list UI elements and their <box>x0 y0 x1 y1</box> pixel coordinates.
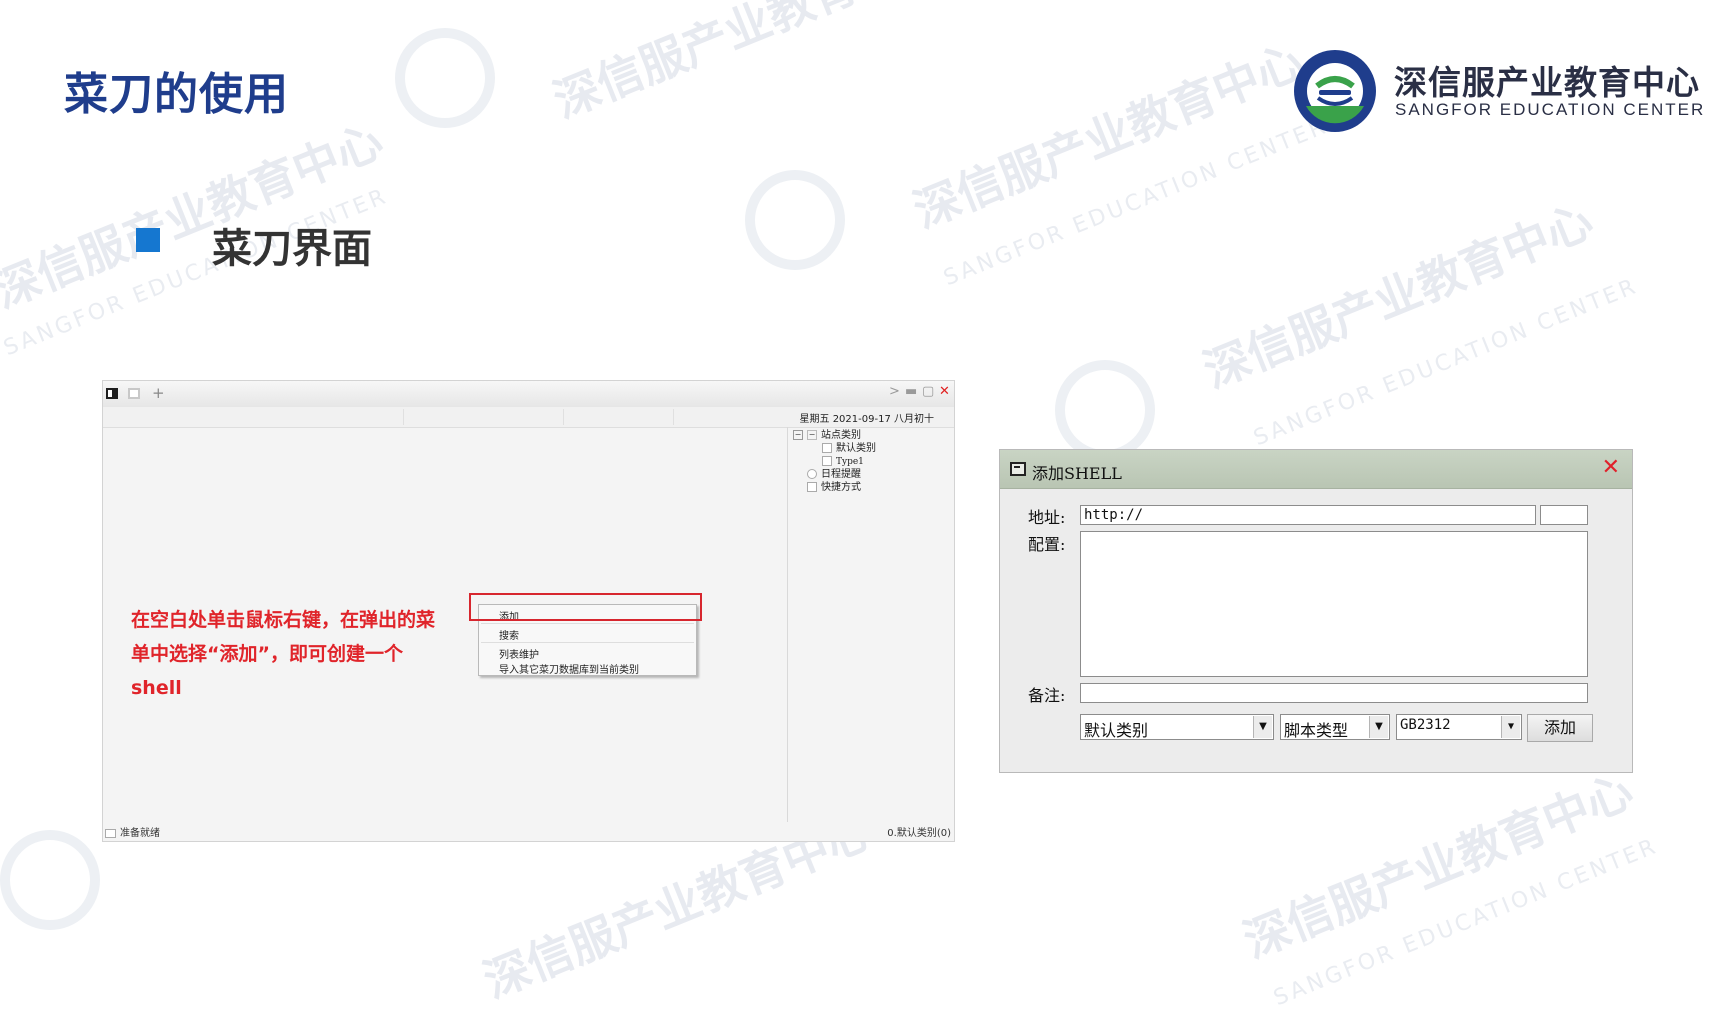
encoding-select-value: GB2312 <box>1400 717 1451 733</box>
tree-item-type1[interactable]: Type1 <box>793 455 876 468</box>
clock-icon <box>807 469 817 479</box>
dropdown-arrow-icon[interactable]: ▼ <box>1501 716 1520 738</box>
instruction-text: 在空白处单击鼠标右键，在弹出的菜单中选择“添加”，即可创建一个shell <box>131 609 436 699</box>
brand-header: 深信服产业教育中心 SANGFOR EDUCATION CENTER <box>1292 48 1712 138</box>
tab-active-icon[interactable] <box>106 388 118 399</box>
menu-item-import-database[interactable]: 导入其它菜刀数据库到当前类别 <box>499 661 639 676</box>
note-label: 备注: <box>1028 686 1066 705</box>
tree-item-label: 站点类别 <box>821 430 861 441</box>
menu-divider <box>481 642 694 643</box>
menu-item-search[interactable]: 搜索 <box>499 627 519 642</box>
date-label: 星期五 2021-09-17 八月初十 <box>799 414 934 425</box>
tree-item-label: 默认类别 <box>836 443 876 454</box>
tab-inactive-icon[interactable] <box>128 388 140 399</box>
brand-name-cn: 深信服产业教育中心 <box>1394 63 1700 102</box>
add-shell-dialog: 添加SHELL ✕ 地址: http:// 配置: 备注: 默认类别 ▼ 脚本类… <box>999 449 1633 773</box>
dialog-title: 添加SHELL <box>1032 464 1122 483</box>
watermark-text: 深信服产业教育中心 <box>0 113 391 319</box>
watermark-logo <box>745 170 845 270</box>
add-highlight-box <box>469 593 702 621</box>
watermark-subtext: SANGFOR EDUCATION CENTER <box>1250 273 1642 452</box>
category-select-value: 默认类别 <box>1084 721 1149 740</box>
minus-box-icon[interactable]: − <box>793 430 803 440</box>
toolbar-divider <box>403 409 404 425</box>
category-tree: − − 站点类别 默认类别 Type1 日程提醒 快捷方式 <box>793 429 876 494</box>
category-select[interactable]: 默认类别 ▼ <box>1080 714 1274 740</box>
sangfor-logo-icon <box>1294 50 1376 132</box>
tree-item-label: 快捷方式 <box>821 482 861 493</box>
watermark-logo <box>1055 360 1155 460</box>
menu-item-list-maintenance[interactable]: 列表维护 <box>499 646 539 661</box>
address-label: 地址: <box>1028 508 1066 527</box>
tree-item-shortcuts[interactable]: 快捷方式 <box>793 481 876 494</box>
note-input[interactable] <box>1080 683 1588 703</box>
watermark-logo <box>395 28 495 128</box>
section-bullet <box>136 228 160 252</box>
chopper-main-window: + > ▬ ▢ ✕ 星期五 2021-09-17 八月初十 − − 站点类别 默认类… <box>102 380 955 842</box>
script-type-select-value: 脚本类型 <box>1284 721 1349 740</box>
page-icon <box>807 482 817 492</box>
tree-item-label: 日程提醒 <box>821 469 861 480</box>
chevron-right-icon[interactable]: > <box>889 384 900 399</box>
section-title: 菜刀界面 <box>212 226 372 272</box>
page-title: 菜刀的使用 <box>64 69 289 120</box>
dropdown-arrow-icon[interactable]: ▼ <box>1253 716 1272 738</box>
menu-divider <box>481 623 694 624</box>
close-icon[interactable]: ✕ <box>939 384 950 399</box>
folder-icon: − <box>807 430 817 440</box>
watermark-subtext: SANGFOR EDUCATION CENTER <box>940 113 1332 292</box>
toolbar-divider <box>673 409 674 425</box>
brand-name-en: SANGFOR EDUCATION CENTER <box>1395 100 1706 119</box>
status-category-count: 0.默认类别(0) <box>887 828 951 839</box>
minimize-icon[interactable]: ▬ <box>905 384 917 399</box>
config-textarea[interactable] <box>1080 531 1588 677</box>
maximize-icon[interactable]: ▢ <box>922 384 934 399</box>
blank-box-icon <box>822 456 832 466</box>
tree-item-default-category[interactable]: 默认类别 <box>793 442 876 455</box>
watermark-text: 深信服产业教育中心 <box>1236 763 1641 969</box>
tree-item-label: Type1 <box>836 457 864 467</box>
watermark-logo <box>0 830 100 930</box>
blank-box-icon <box>822 443 832 453</box>
new-tab-icon[interactable]: + <box>152 384 165 402</box>
watermark-text: 深信服产业教育中心 <box>906 33 1311 239</box>
window-toolbar: 星期五 2021-09-17 八月初十 <box>103 407 954 428</box>
toolbar-divider <box>563 409 564 425</box>
script-type-select[interactable]: 脚本类型 ▼ <box>1280 714 1390 740</box>
add-button[interactable]: 添加 <box>1527 714 1593 742</box>
watermark-text: 深信服产业教育中心 <box>546 0 951 129</box>
address-extra-input[interactable] <box>1540 505 1588 525</box>
dialog-titlebar: 添加SHELL ✕ <box>1000 450 1632 489</box>
tree-item-site-category[interactable]: − − 站点类别 <box>793 429 876 442</box>
status-left: 准备就绪 <box>105 824 160 839</box>
status-ready-text: 准备就绪 <box>120 828 160 839</box>
address-input[interactable]: http:// <box>1080 505 1536 525</box>
watermark-subtext: SANGFOR EDUCATION CENTER <box>1270 833 1662 1011</box>
tree-item-schedule[interactable]: 日程提醒 <box>793 468 876 481</box>
encoding-select[interactable]: GB2312 ▼ <box>1396 714 1522 740</box>
status-icon <box>105 828 116 838</box>
window-icon <box>1010 462 1026 476</box>
window-titlebar: + > ▬ ▢ ✕ <box>103 381 954 408</box>
dropdown-arrow-icon[interactable]: ▼ <box>1369 716 1388 738</box>
close-icon[interactable]: ✕ <box>1602 455 1620 480</box>
watermark-text: 深信服产业教育中心 <box>1196 193 1601 399</box>
config-label: 配置: <box>1028 535 1066 554</box>
side-panel-divider <box>787 427 788 822</box>
status-bar: 准备就绪 0.默认类别(0) <box>103 821 954 841</box>
